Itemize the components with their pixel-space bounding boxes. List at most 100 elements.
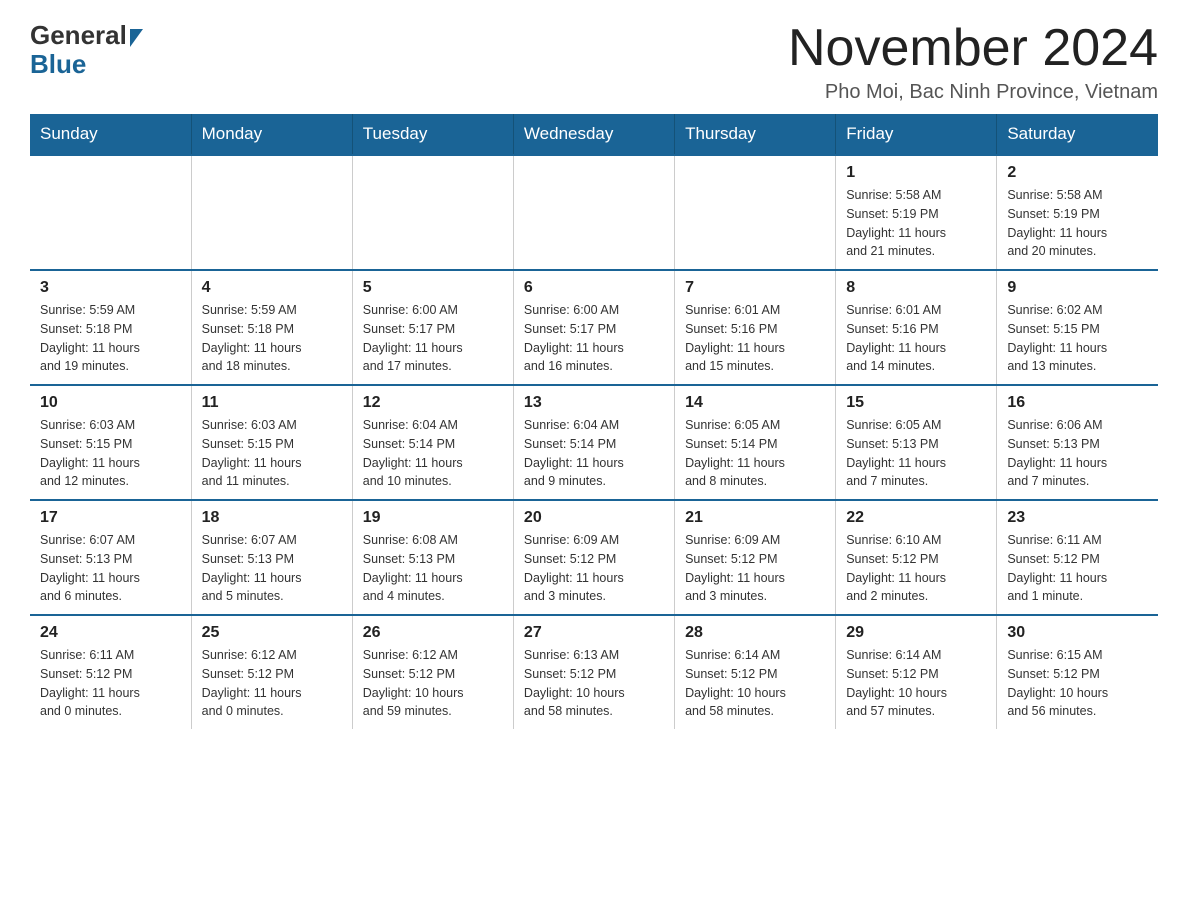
calendar-cell: 2 Sunrise: 5:58 AM Sunset: 5:19 PM Daylig…	[997, 155, 1158, 270]
day-info: Sunrise: 5:59 AM Sunset: 5:18 PM Dayligh…	[202, 301, 342, 376]
calendar-cell: 8 Sunrise: 6:01 AM Sunset: 5:16 PM Daylig…	[836, 270, 997, 385]
logo: General Blue	[30, 20, 143, 80]
calendar-cell: 4 Sunrise: 5:59 AM Sunset: 5:18 PM Daylig…	[191, 270, 352, 385]
calendar-cell: 13Sunrise: 6:04 AM Sunset: 5:14 PM Dayli…	[513, 385, 674, 500]
day-number: 30	[1007, 624, 1148, 642]
day-info: Sunrise: 6:14 AM Sunset: 5:12 PM Dayligh…	[846, 646, 986, 721]
day-number: 9	[1007, 279, 1148, 297]
day-number: 10	[40, 394, 181, 412]
day-info: Sunrise: 6:15 AM Sunset: 5:12 PM Dayligh…	[1007, 646, 1148, 721]
day-number: 22	[846, 509, 986, 527]
day-info: Sunrise: 6:06 AM Sunset: 5:13 PM Dayligh…	[1007, 416, 1148, 491]
day-info: Sunrise: 6:00 AM Sunset: 5:17 PM Dayligh…	[363, 301, 503, 376]
title-section: November 2024 Pho Moi, Bac Ninh Province…	[788, 20, 1158, 104]
day-info: Sunrise: 6:01 AM Sunset: 5:16 PM Dayligh…	[685, 301, 825, 376]
day-info: Sunrise: 5:58 AM Sunset: 5:19 PM Dayligh…	[1007, 186, 1148, 261]
day-info: Sunrise: 6:04 AM Sunset: 5:14 PM Dayligh…	[524, 416, 664, 491]
weekday-header-tuesday: Tuesday	[352, 114, 513, 155]
calendar-cell: 9 Sunrise: 6:02 AM Sunset: 5:15 PM Daylig…	[997, 270, 1158, 385]
calendar-cell: 27Sunrise: 6:13 AM Sunset: 5:12 PM Dayli…	[513, 615, 674, 729]
day-number: 5	[363, 279, 503, 297]
day-info: Sunrise: 6:05 AM Sunset: 5:14 PM Dayligh…	[685, 416, 825, 491]
weekday-header-thursday: Thursday	[675, 114, 836, 155]
day-number: 1	[846, 164, 986, 182]
day-number: 27	[524, 624, 664, 642]
weekday-header-sunday: Sunday	[30, 114, 191, 155]
day-number: 14	[685, 394, 825, 412]
calendar-cell: 25 Sunrise: 6:12 AM Sunset: 5:12 PM Dayli…	[191, 615, 352, 729]
day-info: Sunrise: 6:01 AM Sunset: 5:16 PM Dayligh…	[846, 301, 986, 376]
calendar-cell: 17 Sunrise: 6:07 AM Sunset: 5:13 PM Dayli…	[30, 500, 191, 615]
calendar-cell	[675, 155, 836, 270]
day-number: 29	[846, 624, 986, 642]
logo-general-text: General	[30, 20, 127, 51]
calendar-week-row: 24Sunrise: 6:11 AM Sunset: 5:12 PM Dayli…	[30, 615, 1158, 729]
day-number: 21	[685, 509, 825, 527]
day-info: Sunrise: 6:12 AM Sunset: 5:12 PM Dayligh…	[202, 646, 342, 721]
calendar-cell	[352, 155, 513, 270]
calendar-week-row: 17 Sunrise: 6:07 AM Sunset: 5:13 PM Dayli…	[30, 500, 1158, 615]
calendar-cell: 30 Sunrise: 6:15 AM Sunset: 5:12 PM Dayli…	[997, 615, 1158, 729]
calendar-cell: 14 Sunrise: 6:05 AM Sunset: 5:14 PM Dayli…	[675, 385, 836, 500]
weekday-header-wednesday: Wednesday	[513, 114, 674, 155]
calendar-cell: 16 Sunrise: 6:06 AM Sunset: 5:13 PM Dayli…	[997, 385, 1158, 500]
day-info: Sunrise: 5:58 AM Sunset: 5:19 PM Dayligh…	[846, 186, 986, 261]
calendar-cell: 12 Sunrise: 6:04 AM Sunset: 5:14 PM Dayli…	[352, 385, 513, 500]
calendar-cell: 22 Sunrise: 6:10 AM Sunset: 5:12 PM Dayli…	[836, 500, 997, 615]
day-number: 25	[202, 624, 342, 642]
calendar-week-row: 10 Sunrise: 6:03 AM Sunset: 5:15 PM Dayli…	[30, 385, 1158, 500]
day-info: Sunrise: 6:04 AM Sunset: 5:14 PM Dayligh…	[363, 416, 503, 491]
calendar-cell: 5 Sunrise: 6:00 AM Sunset: 5:17 PM Daylig…	[352, 270, 513, 385]
day-info: Sunrise: 6:09 AM Sunset: 5:12 PM Dayligh…	[524, 531, 664, 606]
page-header: General Blue November 2024 Pho Moi, Bac …	[30, 20, 1158, 104]
calendar-cell: 21 Sunrise: 6:09 AM Sunset: 5:12 PM Dayli…	[675, 500, 836, 615]
day-number: 18	[202, 509, 342, 527]
logo-triangle-icon	[130, 29, 143, 47]
calendar-cell: 1 Sunrise: 5:58 AM Sunset: 5:19 PM Daylig…	[836, 155, 997, 270]
calendar-cell	[191, 155, 352, 270]
calendar-header: SundayMondayTuesdayWednesdayThursdayFrid…	[30, 114, 1158, 155]
day-number: 16	[1007, 394, 1148, 412]
calendar-subtitle: Pho Moi, Bac Ninh Province, Vietnam	[788, 81, 1158, 104]
day-info: Sunrise: 6:08 AM Sunset: 5:13 PM Dayligh…	[363, 531, 503, 606]
day-number: 7	[685, 279, 825, 297]
day-number: 12	[363, 394, 503, 412]
calendar-cell: 26 Sunrise: 6:12 AM Sunset: 5:12 PM Dayli…	[352, 615, 513, 729]
calendar-table: SundayMondayTuesdayWednesdayThursdayFrid…	[30, 114, 1158, 729]
day-info: Sunrise: 6:02 AM Sunset: 5:15 PM Dayligh…	[1007, 301, 1148, 376]
day-number: 4	[202, 279, 342, 297]
day-info: Sunrise: 6:11 AM Sunset: 5:12 PM Dayligh…	[40, 646, 181, 721]
weekday-header-saturday: Saturday	[997, 114, 1158, 155]
calendar-cell: 29 Sunrise: 6:14 AM Sunset: 5:12 PM Dayli…	[836, 615, 997, 729]
calendar-cell: 24Sunrise: 6:11 AM Sunset: 5:12 PM Dayli…	[30, 615, 191, 729]
day-info: Sunrise: 5:59 AM Sunset: 5:18 PM Dayligh…	[40, 301, 181, 376]
day-info: Sunrise: 6:03 AM Sunset: 5:15 PM Dayligh…	[40, 416, 181, 491]
day-info: Sunrise: 6:07 AM Sunset: 5:13 PM Dayligh…	[40, 531, 181, 606]
day-number: 6	[524, 279, 664, 297]
day-number: 3	[40, 279, 181, 297]
weekday-header-friday: Friday	[836, 114, 997, 155]
day-number: 28	[685, 624, 825, 642]
day-number: 26	[363, 624, 503, 642]
logo-blue-text: Blue	[30, 49, 86, 80]
day-info: Sunrise: 6:09 AM Sunset: 5:12 PM Dayligh…	[685, 531, 825, 606]
day-info: Sunrise: 6:10 AM Sunset: 5:12 PM Dayligh…	[846, 531, 986, 606]
day-info: Sunrise: 6:14 AM Sunset: 5:12 PM Dayligh…	[685, 646, 825, 721]
weekday-row: SundayMondayTuesdayWednesdayThursdayFrid…	[30, 114, 1158, 155]
day-number: 2	[1007, 164, 1148, 182]
day-number: 20	[524, 509, 664, 527]
weekday-header-monday: Monday	[191, 114, 352, 155]
day-info: Sunrise: 6:05 AM Sunset: 5:13 PM Dayligh…	[846, 416, 986, 491]
day-info: Sunrise: 6:07 AM Sunset: 5:13 PM Dayligh…	[202, 531, 342, 606]
calendar-cell: 15 Sunrise: 6:05 AM Sunset: 5:13 PM Dayli…	[836, 385, 997, 500]
day-info: Sunrise: 6:11 AM Sunset: 5:12 PM Dayligh…	[1007, 531, 1148, 606]
day-info: Sunrise: 6:03 AM Sunset: 5:15 PM Dayligh…	[202, 416, 342, 491]
calendar-cell: 10 Sunrise: 6:03 AM Sunset: 5:15 PM Dayli…	[30, 385, 191, 500]
day-number: 8	[846, 279, 986, 297]
calendar-body: 1 Sunrise: 5:58 AM Sunset: 5:19 PM Daylig…	[30, 155, 1158, 729]
calendar-cell: 20 Sunrise: 6:09 AM Sunset: 5:12 PM Dayli…	[513, 500, 674, 615]
calendar-cell: 28 Sunrise: 6:14 AM Sunset: 5:12 PM Dayli…	[675, 615, 836, 729]
day-number: 15	[846, 394, 986, 412]
day-number: 17	[40, 509, 181, 527]
day-info: Sunrise: 6:12 AM Sunset: 5:12 PM Dayligh…	[363, 646, 503, 721]
